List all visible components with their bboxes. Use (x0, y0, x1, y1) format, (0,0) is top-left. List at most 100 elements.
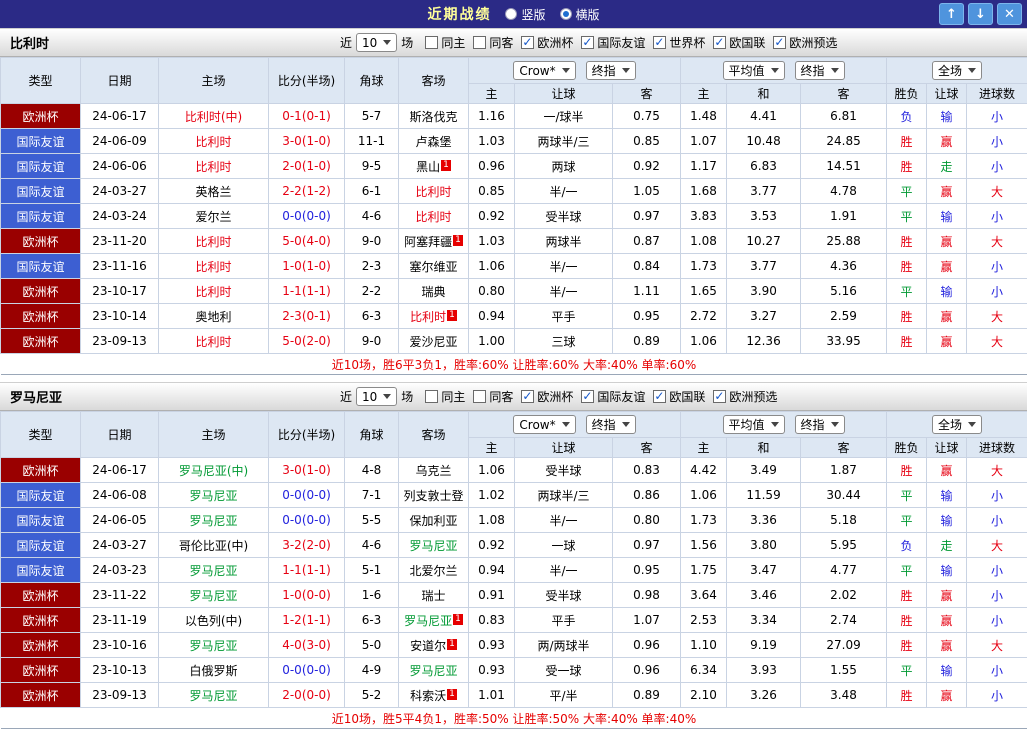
away-team-link[interactable]: 罗马尼亚 (409, 664, 457, 678)
away-team-link[interactable]: 比利时 (410, 310, 446, 324)
away-team-link[interactable]: 黑山 (416, 160, 440, 174)
away-team-link[interactable]: 瑞士 (421, 589, 445, 603)
result-wdl: 胜 (887, 329, 927, 354)
filter-checkbox[interactable]: 同主 (425, 388, 465, 405)
final-odds-select[interactable]: 终指 (586, 61, 636, 80)
checkbox-icon[interactable] (521, 390, 534, 403)
final-odds-select[interactable]: 终指 (795, 415, 845, 434)
home-team-link[interactable]: 爱尔兰 (195, 210, 231, 224)
home-team-link[interactable]: 罗马尼亚 (189, 589, 237, 603)
home-team-link[interactable]: 罗马尼亚(中) (179, 464, 248, 478)
match-count-select[interactable]: 10 (356, 33, 397, 52)
filter-checkbox[interactable]: 欧国联 (653, 388, 705, 405)
checkbox-icon[interactable] (713, 390, 726, 403)
away-team-link[interactable]: 北爱尔兰 (409, 564, 457, 578)
checkbox-icon[interactable] (473, 36, 486, 49)
away-team-link[interactable]: 列支敦士登 (403, 489, 463, 503)
home-team-link[interactable]: 罗马尼亚 (189, 489, 237, 503)
away-team-link[interactable]: 爱沙尼亚 (409, 335, 457, 349)
away-team-link[interactable]: 安道尔 (410, 639, 446, 653)
checkbox-icon[interactable] (521, 36, 534, 49)
home-team-link[interactable]: 哥伦比亚(中) (179, 539, 248, 553)
sub-draw: 和 (727, 84, 801, 104)
checkbox-icon[interactable] (581, 36, 594, 49)
home-team-link[interactable]: 比利时 (195, 260, 231, 274)
filter-checkbox[interactable]: 国际友谊 (581, 34, 645, 51)
away-team-link[interactable]: 保加利亚 (409, 514, 457, 528)
checkbox-icon[interactable] (425, 36, 438, 49)
away-team-cell: 列支敦士登 (399, 483, 469, 508)
move-up-button[interactable]: ↑ (939, 3, 964, 25)
chevron-down-icon (622, 68, 630, 73)
checkbox-icon[interactable] (653, 36, 666, 49)
filter-checkbox[interactable]: 欧洲预选 (713, 388, 777, 405)
checkbox-icon[interactable] (473, 390, 486, 403)
home-team-link[interactable]: 奥地利 (195, 310, 231, 324)
filter-checkbox[interactable]: 欧洲杯 (521, 34, 573, 51)
away-team-link[interactable]: 塞尔维亚 (409, 260, 457, 274)
filter-checkbox[interactable]: 同主 (425, 34, 465, 51)
away-team-cell: 爱沙尼亚 (399, 329, 469, 354)
checkbox-icon[interactable] (653, 390, 666, 403)
score-cell: 0-1(0-1) (269, 104, 345, 129)
home-team-link[interactable]: 比利时(中) (185, 110, 242, 124)
odds-source-select[interactable]: Crow* (513, 415, 575, 434)
home-team-link[interactable]: 罗马尼亚 (189, 514, 237, 528)
checkbox-icon[interactable] (773, 36, 786, 49)
team-name: 罗马尼亚 (0, 387, 62, 406)
filter-checkbox[interactable]: 欧洲杯 (521, 388, 573, 405)
home-team-link[interactable]: 比利时 (195, 160, 231, 174)
radio-vertical-layout[interactable]: 竖版 (505, 6, 545, 23)
red-card-badge: 1 (447, 310, 457, 321)
filter-checkbox[interactable]: 世界杯 (653, 34, 705, 51)
euro-home-odds: 1.06 (681, 329, 727, 354)
away-team-link[interactable]: 科索沃 (410, 689, 446, 703)
full-match-select[interactable]: 全场 (932, 415, 982, 434)
away-team-link[interactable]: 卢森堡 (415, 135, 451, 149)
home-team-link[interactable]: 比利时 (195, 335, 231, 349)
home-team-link[interactable]: 比利时 (195, 235, 231, 249)
odds-source-select[interactable]: Crow* (513, 61, 575, 80)
home-team-link[interactable]: 白俄罗斯 (189, 664, 237, 678)
summary-line: 近10场，胜6平3负1，胜率:60% 让胜率:60% 大率:40% 单率:60% (1, 354, 1027, 375)
away-team-link[interactable]: 乌克兰 (415, 464, 451, 478)
filter-checkbox[interactable]: 国际友谊 (581, 388, 645, 405)
home-team-link[interactable]: 以色列(中) (185, 614, 242, 628)
home-team-link[interactable]: 罗马尼亚 (189, 639, 237, 653)
move-down-button[interactable]: ↓ (968, 3, 993, 25)
home-team-link[interactable]: 比利时 (195, 285, 231, 299)
average-odds-select[interactable]: 平均值 (723, 61, 785, 80)
home-team-link[interactable]: 比利时 (195, 135, 231, 149)
away-team-link[interactable]: 瑞典 (421, 285, 445, 299)
away-team-link[interactable]: 比利时 (415, 185, 451, 199)
close-button[interactable]: ✕ (997, 3, 1022, 25)
filter-checkbox[interactable]: 欧洲预选 (773, 34, 837, 51)
away-team-link[interactable]: 比利时 (415, 210, 451, 224)
final-odds-select[interactable]: 终指 (795, 61, 845, 80)
away-team-link[interactable]: 罗马尼亚 (409, 539, 457, 553)
checkbox-icon[interactable] (581, 390, 594, 403)
handicap-home-odds: 1.06 (469, 254, 515, 279)
full-match-select[interactable]: 全场 (932, 61, 982, 80)
checkbox-label: 同客 (489, 34, 513, 51)
red-card-badge: 1 (453, 235, 463, 246)
final-odds-select[interactable]: 终指 (586, 415, 636, 434)
radio-horizontal-layout[interactable]: 横版 (560, 6, 600, 23)
filter-checkbox[interactable]: 同客 (473, 388, 513, 405)
away-team-link[interactable]: 罗马尼亚 (404, 614, 452, 628)
home-team-link[interactable]: 罗马尼亚 (189, 689, 237, 703)
average-odds-select[interactable]: 平均值 (723, 415, 785, 434)
home-team-link[interactable]: 罗马尼亚 (189, 564, 237, 578)
filter-checkbox[interactable]: 同客 (473, 34, 513, 51)
filter-checkbox[interactable]: 欧国联 (713, 34, 765, 51)
checkbox-icon[interactable] (425, 390, 438, 403)
handicap-home-odds: 0.96 (469, 154, 515, 179)
radio-icon[interactable] (505, 8, 517, 20)
checkbox-icon[interactable] (713, 36, 726, 49)
home-team-link[interactable]: 英格兰 (195, 185, 231, 199)
away-team-link[interactable]: 阿塞拜疆 (404, 235, 452, 249)
match-count-select[interactable]: 10 (356, 387, 397, 406)
radio-icon[interactable] (560, 8, 572, 20)
away-team-link[interactable]: 斯洛伐克 (409, 110, 457, 124)
col-away: 客场 (399, 412, 469, 458)
